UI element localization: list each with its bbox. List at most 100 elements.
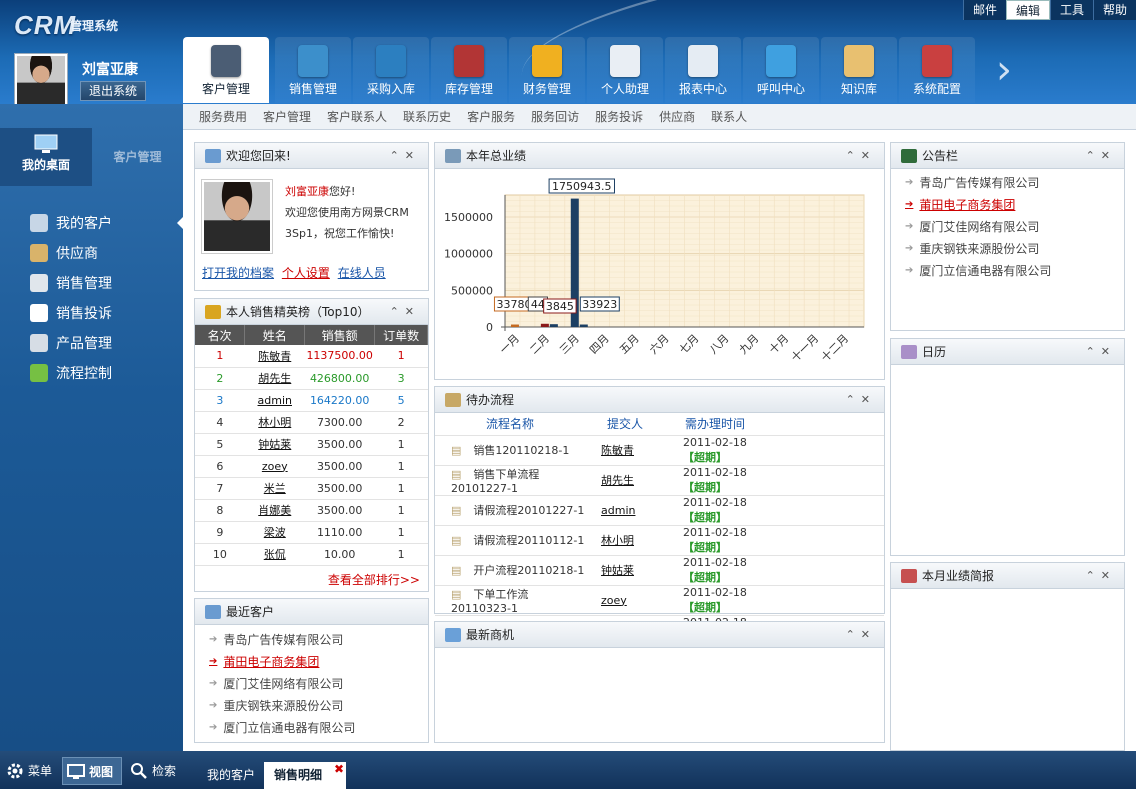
- sidebar-item-4[interactable]: 产品管理: [0, 328, 183, 358]
- table-row[interactable]: ▤ 请假流程20110112-1 林小明 2011-02-18【超期】: [435, 525, 884, 556]
- subnav-item-0[interactable]: 服务费用: [199, 108, 247, 125]
- list-item[interactable]: ➔ 莆田电子商务集团: [891, 194, 1124, 216]
- rank-cell[interactable]: 陈敏青: [244, 345, 305, 368]
- table-row[interactable]: ▤ 销售下单流程20101227-1 胡先生 2011-02-18【超期】: [435, 465, 884, 496]
- table-row[interactable]: ▤ 销售120110218-1 陈敏青 2011-02-18【超期】: [435, 435, 884, 466]
- rank-cell[interactable]: 林小明: [244, 411, 305, 434]
- list-item[interactable]: ➔ 厦门艾佳网络有限公司: [195, 673, 428, 695]
- nav-item-6[interactable]: 报表中心: [665, 37, 741, 103]
- sidebar-item-label: 销售管理: [56, 276, 112, 292]
- sidebar-item-0[interactable]: 我的客户: [0, 208, 183, 238]
- sidebar-item-3[interactable]: 销售投诉: [0, 298, 183, 328]
- todo-submitter[interactable]: 胡先生: [585, 465, 665, 496]
- todo-submitter[interactable]: 陈敏青: [585, 435, 665, 466]
- rank-cell[interactable]: 梁波: [244, 521, 305, 544]
- monthly-title: 本月业绩简报: [922, 569, 995, 583]
- top-menu-tools[interactable]: 工具: [1049, 0, 1093, 20]
- settings-link[interactable]: 个人设置: [282, 266, 330, 280]
- list-item[interactable]: ➔ 重庆钢铁来源股份公司: [195, 695, 428, 717]
- todo-submitter[interactable]: admin: [585, 495, 665, 526]
- list-item-label: 青岛广告传媒有限公司: [223, 633, 344, 647]
- top-menu-edit[interactable]: 编辑: [1005, 0, 1050, 20]
- rank-cell[interactable]: 米兰: [244, 477, 305, 500]
- nav-item-9[interactable]: 系统配置: [899, 37, 975, 103]
- nav-item-3[interactable]: 库存管理: [431, 37, 507, 103]
- list-item[interactable]: ➔ 莆田电子商务集团: [195, 651, 428, 673]
- task-tab-sales-detail[interactable]: 销售明细 ✖: [264, 762, 346, 789]
- panel-controls[interactable]: ⌃✕: [390, 305, 420, 318]
- subnav-item-2[interactable]: 客户联系人: [327, 108, 387, 125]
- rank-cell: 1: [374, 345, 428, 368]
- nav-next-icon[interactable]: ›: [996, 50, 1018, 94]
- top-menu-help[interactable]: 帮助: [1092, 0, 1136, 20]
- rank-cell[interactable]: 胡先生: [244, 367, 305, 390]
- rank-cell[interactable]: zoey: [244, 455, 305, 478]
- subnav-item-1[interactable]: 客户管理: [263, 108, 311, 125]
- panel-controls[interactable]: ⌃✕: [1086, 345, 1116, 358]
- panel-controls[interactable]: ⌃✕: [846, 628, 876, 641]
- subnav-item-7[interactable]: 供应商: [659, 108, 695, 125]
- open-profile-link[interactable]: 打开我的档案: [202, 266, 274, 280]
- nav-item-1[interactable]: 销售管理: [275, 37, 351, 103]
- subnav-item-5[interactable]: 服务回访: [531, 108, 579, 125]
- tab-my-desktop[interactable]: 我的桌面: [0, 128, 92, 186]
- subnav-item-8[interactable]: 联系人: [711, 108, 747, 125]
- task-tab-my-customers[interactable]: 我的客户: [197, 762, 265, 789]
- rank-cell: 10.00: [304, 543, 375, 566]
- search-button[interactable]: 检索: [126, 757, 182, 785]
- rank-cell: 5: [374, 389, 428, 412]
- rank-cell: 1: [374, 543, 428, 566]
- document-icon: ▤: [451, 504, 462, 517]
- tab-customer-mgmt[interactable]: 客户管理: [92, 148, 183, 165]
- sidebar-item-5[interactable]: 流程控制: [0, 358, 183, 388]
- view-button[interactable]: 视图: [62, 757, 122, 785]
- online-users-link[interactable]: 在线人员: [338, 266, 386, 280]
- list-item[interactable]: ➔ 厦门立信通电器有限公司: [891, 260, 1124, 282]
- subnav-item-3[interactable]: 联系历史: [403, 108, 451, 125]
- todo-submitter[interactable]: 钟姑莱: [585, 555, 665, 586]
- sidebar-item-icon: [30, 364, 48, 382]
- sidebar-menu: 我的客户 供应商销售管理销售投诉 产品管理流程控制: [0, 208, 183, 388]
- subnav-item-4[interactable]: 客户服务: [467, 108, 515, 125]
- nav-item-2[interactable]: 采购入库: [353, 37, 429, 103]
- rank-cell[interactable]: 钟姑莱: [244, 433, 305, 456]
- panel-controls[interactable]: ⌃✕: [390, 149, 420, 162]
- main-nav: 客户管理 销售管理 采购入库 库存管理 财务管理 个人助理 报表中心 呼叫中心 知识库 系统配置: [183, 37, 977, 103]
- panel-controls[interactable]: ⌃✕: [846, 393, 876, 406]
- list-item-label: 莆田电子商务集团: [223, 655, 320, 669]
- list-item[interactable]: ➔ 青岛广告传媒有限公司: [195, 629, 428, 651]
- list-item[interactable]: ➔ 重庆钢铁来源股份公司: [891, 238, 1124, 260]
- logout-button[interactable]: 退出系统: [80, 81, 146, 101]
- nav-item-8[interactable]: 知识库: [821, 37, 897, 103]
- panel-controls[interactable]: ⌃✕: [1086, 569, 1116, 582]
- sidebar-item-2[interactable]: 销售管理: [0, 268, 183, 298]
- todo-name-cell: ▤ 销售下单流程20101227-1: [435, 465, 585, 496]
- list-item[interactable]: ➔ 厦门艾佳网络有限公司: [891, 216, 1124, 238]
- list-item[interactable]: ➔ 青岛广告传媒有限公司: [891, 172, 1124, 194]
- panel-controls[interactable]: ⌃✕: [846, 149, 876, 162]
- list-item[interactable]: ➔ 厦门立信通电器有限公司: [195, 717, 428, 739]
- sidebar-item-icon: [30, 214, 48, 232]
- menu-button[interactable]: 菜单: [2, 757, 60, 785]
- nav-item-7[interactable]: 呼叫中心: [743, 37, 819, 103]
- sidebar-item-label: 流程控制: [56, 366, 112, 382]
- nav-item-0[interactable]: 客户管理: [183, 37, 269, 103]
- arrow-icon: ➔: [905, 199, 914, 210]
- table-row[interactable]: ▤ 请假流程20101227-1 admin 2011-02-18【超期】: [435, 495, 884, 526]
- subnav-item-6[interactable]: 服务投诉: [595, 108, 643, 125]
- rank-cell[interactable]: 肖娜美: [244, 499, 305, 522]
- todo-submitter[interactable]: zoey: [585, 585, 665, 616]
- panel-controls[interactable]: ⌃✕: [1086, 149, 1116, 162]
- sidebar-item-1[interactable]: 供应商: [0, 238, 183, 268]
- rank-cell[interactable]: admin: [244, 389, 305, 412]
- close-icon[interactable]: ✖: [334, 756, 344, 782]
- nav-item-4[interactable]: 财务管理: [509, 37, 585, 103]
- nav-item-5[interactable]: 个人助理: [587, 37, 663, 103]
- table-row[interactable]: ▤ 开户流程20110218-1 钟姑莱 2011-02-18【超期】: [435, 555, 884, 586]
- overdue-badge: 【超期】: [683, 480, 727, 494]
- todo-submitter[interactable]: 林小明: [585, 525, 665, 556]
- view-all-rank-link[interactable]: 查看全部排行>>: [328, 571, 420, 588]
- top-menu-mail[interactable]: 邮件: [962, 0, 1006, 20]
- table-row[interactable]: ▤ 下单工作流20110323-1 zoey 2011-02-18【超期】: [435, 585, 884, 616]
- rank-cell[interactable]: 张侃: [244, 543, 305, 566]
